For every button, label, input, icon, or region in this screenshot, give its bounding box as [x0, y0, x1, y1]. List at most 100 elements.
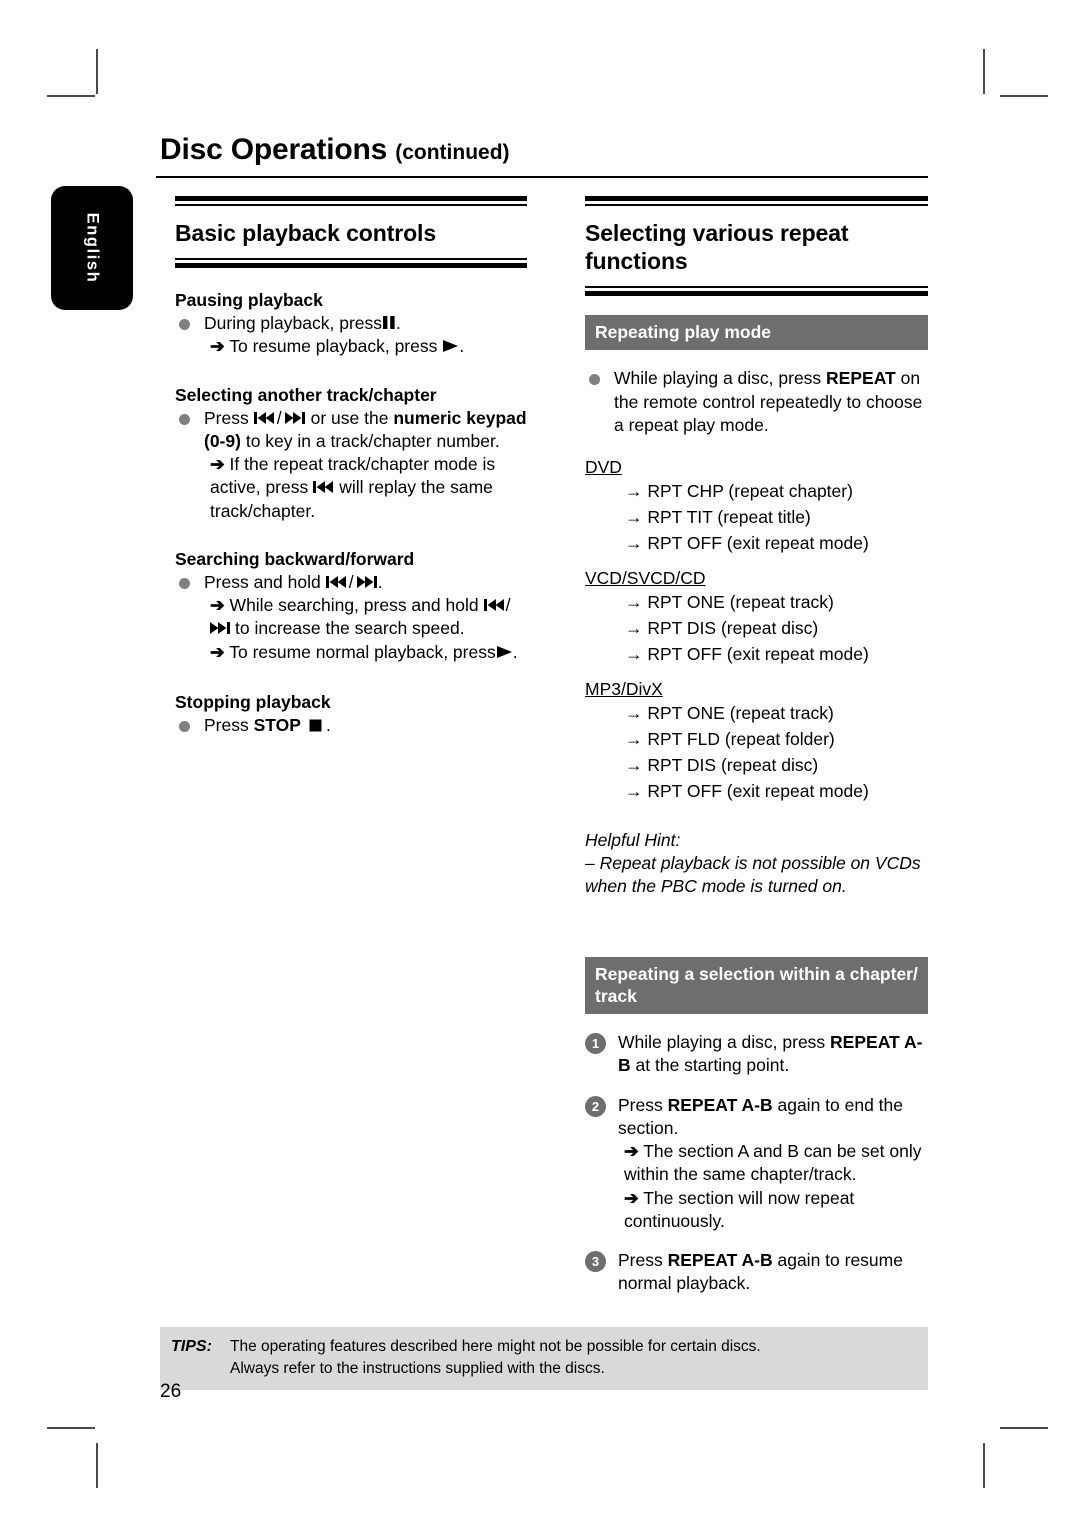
tips-line-1: The operating features described here mi…: [230, 1338, 761, 1355]
bullet-text-post: .: [325, 714, 331, 735]
bullet-dot-icon: [589, 374, 600, 386]
tips-content: TIPS: The operating features described h…: [160, 1336, 928, 1380]
bullet-item: While playing a disc, press REPEAT on th…: [585, 367, 928, 437]
icon-separator: /: [348, 571, 354, 592]
helpful-hint-label: Helpful Hint:: [585, 829, 681, 850]
bullet-text-pre: Press and hold: [204, 571, 321, 592]
arrow-icon: ➔: [210, 336, 225, 357]
repeat-item-label: RPT CHP (repeat chapter): [647, 481, 853, 502]
previous-track-icon: [313, 480, 334, 494]
repeat-group-vcd: VCD/SVCD/CD → RPT ONE (repeat track) → R…: [585, 567, 928, 668]
section-pausing-playback: Pausing playback During playback, press.…: [175, 290, 527, 359]
arrow-icon: ➔: [210, 454, 225, 475]
subheading-searching: Searching backward/forward: [175, 548, 415, 569]
arrow-item: ➔ To resume normal playback, press.: [204, 641, 527, 664]
next-track-icon: [210, 621, 231, 635]
repeat-group-items: → RPT CHP (repeat chapter) → RPT TIT (re…: [585, 479, 928, 557]
arrow-icon: →: [625, 618, 643, 639]
previous-track-icon: [325, 575, 347, 589]
step-text-post: at the starting point.: [635, 1055, 790, 1076]
arrow-item: ➔ The section will now repeat continuous…: [618, 1187, 928, 1234]
play-icon: [442, 339, 459, 353]
section-bar-repeating-play-mode: Repeating play mode: [585, 315, 928, 351]
bullet-text-bold: STOP: [253, 714, 301, 735]
arrow-text: To resume playback, press: [229, 336, 438, 357]
step-text-bold: REPEAT A-B: [667, 1250, 773, 1271]
repeat-item-label: RPT TIT (repeat title): [647, 507, 811, 528]
arrow-item: ➔ To resume playback, press.: [204, 335, 527, 358]
next-track-icon: [284, 411, 306, 425]
repeat-item: → RPT DIS (repeat disc): [625, 616, 928, 642]
step-item: 3 Press REPEAT A-B again to resume norma…: [585, 1249, 928, 1296]
repeat-item: → RPT TIT (repeat title): [625, 505, 928, 531]
page-title: Disc Operations (continued): [160, 133, 510, 167]
bullet-dot-icon: [179, 577, 190, 589]
subheading-stopping-playback: Stopping playback: [175, 691, 331, 712]
page-number: 26: [160, 1381, 182, 1402]
bullet-item: During playback, press. ➔ To resume play…: [175, 312, 527, 359]
arrow-text-post: to increase the search speed.: [235, 618, 465, 639]
arrow-text: The section will now repeat continuously…: [624, 1187, 855, 1231]
repeat-item-label: RPT OFF (exit repeat mode): [647, 644, 869, 665]
arrow-icon: →: [625, 592, 643, 613]
arrow-item: ➔ If the repeat track/chapter mode is ac…: [204, 453, 527, 523]
bullet-dot-icon: [179, 319, 190, 331]
step-text-bold: REPEAT A-B: [667, 1094, 773, 1115]
repeat-item-label: RPT DIS (repeat disc): [647, 755, 819, 776]
bullet-suffix: .: [396, 313, 401, 334]
bullet-text: During playback, press: [204, 313, 382, 334]
section-selecting-track: Selecting another track/chapter Press / or…: [175, 385, 527, 523]
bullet-text-pre: While playing a disc, press: [614, 368, 822, 389]
page-title-main: Disc Operations: [160, 133, 388, 166]
repeat-group-mp3: MP3/DivX → RPT ONE (repeat track) → RPT …: [585, 678, 928, 805]
step-number-badge: 2: [585, 1095, 606, 1117]
arrow-icon: ➔: [624, 1187, 639, 1208]
tips-label: TIPS:: [171, 1338, 212, 1355]
document-page: Disc Operations (continued) Basic playba…: [0, 0, 1080, 1524]
step-number-badge: 3: [585, 1251, 606, 1273]
right-column-heading: Selecting various repeat functions: [585, 220, 849, 275]
bullet-dot-icon: [179, 720, 190, 732]
bullet-dot-icon: [179, 413, 190, 425]
icon-separator: /: [276, 407, 282, 428]
repeat-item-label: RPT FLD (repeat folder): [647, 729, 835, 750]
repeat-item: → RPT DIS (repeat disc): [625, 753, 928, 779]
repeat-group-label: MP3/DivX: [585, 678, 663, 699]
arrow-text-post: .: [512, 641, 518, 662]
page-title-suffix: (continued): [395, 141, 510, 164]
arrow-icon: →: [625, 644, 643, 665]
repeat-item: → RPT OFF (exit repeat mode): [625, 531, 928, 557]
step-item: 2 Press REPEAT A-B again to end the sect…: [585, 1094, 928, 1234]
arrow-text-pre: While searching, press and hold: [229, 595, 479, 616]
bullet-text-pre: Press: [204, 714, 249, 735]
section-stopping-playback: Stopping playback Press STOP.: [175, 692, 527, 737]
bullet-text-post: .: [377, 571, 383, 592]
repeat-item: → RPT FLD (repeat folder): [625, 727, 928, 753]
step-number-badge: 1: [585, 1033, 606, 1055]
arrow-text-pre: To resume normal playback, press: [229, 641, 496, 662]
next-track-icon: [356, 575, 378, 589]
arrow-icon: →: [625, 729, 643, 750]
left-heading-rule-top: [175, 196, 527, 206]
pause-icon: [382, 315, 396, 330]
repeat-item-label: RPT ONE (repeat track): [647, 703, 834, 724]
subheading-selecting-track: Selecting another track/chapter: [175, 384, 437, 405]
arrow-item: ➔ The section A and B can be set only wi…: [618, 1140, 928, 1187]
repeat-item: → RPT OFF (exit repeat mode): [625, 642, 928, 668]
left-column: Basic playback controls Pausing playback…: [175, 196, 527, 737]
repeat-group-label: VCD/SVCD/CD: [585, 568, 706, 589]
stop-icon: [309, 719, 322, 732]
arrow-text: The section A and B can be set only with…: [624, 1141, 922, 1185]
play-icon: [496, 645, 513, 659]
arrow-suffix: .: [459, 336, 465, 357]
repeat-item-label: RPT OFF (exit repeat mode): [647, 533, 869, 554]
helpful-hint-text: – Repeat playback is not possible on VCD…: [585, 853, 921, 897]
repeat-item: → RPT OFF (exit repeat mode): [625, 779, 928, 805]
repeat-group-items: → RPT ONE (repeat track) → RPT FLD (repe…: [585, 701, 928, 805]
arrow-icon: →: [625, 533, 643, 554]
right-heading-rule-bottom: [585, 286, 928, 297]
bullet-item: Press and hold /. ➔ While searching, pres…: [175, 571, 527, 664]
title-divider: [156, 176, 928, 178]
repeat-item-label: RPT OFF (exit repeat mode): [647, 780, 869, 801]
arrow-icon: →: [625, 507, 643, 528]
